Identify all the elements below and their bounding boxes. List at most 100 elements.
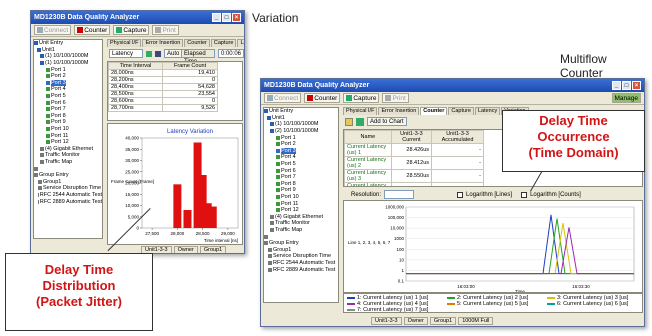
tree-item[interactable]: Port 2 (34, 73, 102, 80)
table-row[interactable]: 28,000ns 19,410 (108, 69, 218, 77)
tree-item[interactable]: Traffic Map (264, 227, 338, 234)
tree-item[interactable]: Traffic Monitor (34, 152, 102, 159)
maximize-icon[interactable]: □ (622, 81, 631, 90)
tab-1[interactable]: Error Insertion (378, 107, 420, 115)
tree-item[interactable]: Port 6 (34, 99, 102, 106)
latency-select[interactable]: Latency (109, 49, 143, 58)
tree-item[interactable]: Port 5 (34, 93, 102, 100)
column-header[interactable]: Unit1-3-3 Accumulated (431, 130, 484, 144)
tab-0[interactable]: Physical I/F (343, 107, 378, 115)
tree-item[interactable]: Port 4 (264, 154, 338, 161)
tree-item[interactable]: (4) Gigabit Ethernet (264, 214, 338, 221)
table-row[interactable]: Current Latency (us) 2 28.412us - (344, 156, 484, 170)
tree-item[interactable]: Unit Entry (34, 40, 102, 47)
table-row[interactable]: 28,500ns 23,554 (108, 90, 218, 98)
counter-button[interactable]: Counter (74, 25, 111, 35)
column-header[interactable]: Frame Count (162, 62, 218, 70)
tree-item[interactable]: Unit Entry (264, 108, 338, 115)
unit-tree[interactable]: Unit Entry Unit1 (1) 10/100/1000M (1) 10/10… (33, 39, 103, 239)
print-button[interactable]: Print (152, 25, 179, 35)
maximize-icon[interactable]: □ (222, 13, 231, 22)
tree-item[interactable] (34, 165, 102, 172)
tree-item[interactable]: Port 5 (264, 161, 338, 168)
tree-item[interactable]: Port 10 (264, 194, 338, 201)
manage-button[interactable]: Manage (611, 93, 641, 103)
connect-button[interactable]: Connect (34, 25, 72, 35)
tree-item[interactable]: Port 8 (264, 181, 338, 188)
print-button[interactable]: Print (382, 93, 409, 103)
minimize-icon[interactable]: _ (612, 81, 621, 90)
tab-0[interactable]: Physical I/F (107, 39, 142, 47)
tree-item[interactable]: Port 9 (264, 187, 338, 194)
column-header[interactable]: Unit1-3-3 Current (390, 130, 433, 144)
close-icon[interactable]: × (632, 81, 641, 90)
tree-item[interactable]: Port 12 (264, 207, 338, 214)
tab-3[interactable]: Capture (448, 107, 474, 115)
tree-item[interactable]: Port 11 (34, 132, 102, 139)
tree-item[interactable]: Port 6 (264, 167, 338, 174)
tree-item[interactable]: Port 7 (34, 106, 102, 113)
tree-item[interactable]: Unit1 (34, 47, 102, 54)
tree-item[interactable]: Port 10 (34, 126, 102, 133)
tree-item[interactable]: Group1 (264, 246, 338, 253)
table-row[interactable]: 28,200ns 0 (108, 76, 218, 84)
tab-2[interactable]: Counter (184, 39, 210, 47)
tree-item[interactable]: Service Disruption Time (34, 185, 102, 192)
tab-2[interactable]: Counter (420, 107, 448, 115)
tab-1[interactable]: Error Insertion (142, 39, 184, 47)
tree-item[interactable]: Port 11 (264, 200, 338, 207)
capture-button[interactable]: Capture (343, 93, 380, 103)
minimize-icon[interactable]: _ (212, 13, 221, 22)
unit-tree[interactable]: Unit Entry Unit1 (1) 10/100/1000M (2) 10/10… (263, 107, 339, 303)
tree-item[interactable]: Port 1 (264, 134, 338, 141)
tree-item[interactable]: Port 9 (34, 119, 102, 126)
tree-item[interactable]: (1) 10/100/1000M (264, 121, 338, 128)
table-icon[interactable] (155, 50, 161, 57)
tree-item[interactable]: Port 8 (34, 113, 102, 120)
tree-item[interactable]: Group1 (34, 178, 102, 185)
table-row[interactable]: Current Latency (us) 428.550us- (344, 182, 484, 186)
grid-icon[interactable] (345, 117, 353, 126)
table-row[interactable]: Current Latency (us) 1 28.426us - (344, 143, 484, 157)
tree-item[interactable] (264, 233, 338, 240)
tree-item[interactable]: RFC 2889 Automatic Test (34, 198, 102, 205)
column-header[interactable]: Time Interval (108, 62, 164, 70)
tab-4[interactable]: Latency (474, 107, 501, 115)
chart-icon[interactable] (356, 117, 364, 126)
table-row[interactable]: 28,400ns 54,628 (108, 83, 218, 91)
tree-item[interactable]: Port 3 (264, 147, 338, 155)
tree-item[interactable]: Traffic Map (34, 159, 102, 166)
log-lines-checkbox[interactable] (457, 191, 464, 198)
tree-item[interactable]: Group Entry (34, 172, 102, 179)
tree-item[interactable]: Port 2 (264, 141, 338, 148)
column-header[interactable]: Name (344, 130, 392, 144)
tree-item[interactable]: Port 12 (34, 139, 102, 146)
log-counts-checkbox[interactable] (521, 191, 528, 198)
tree-item[interactable]: RFC 2544 Automatic Test (34, 192, 102, 199)
tree-item[interactable]: (4) Gigabit Ethernet (34, 146, 102, 153)
tree-item[interactable]: RFC 2544 Automatic Test (264, 260, 338, 267)
tree-item[interactable]: RFC 2889 Automatic Test (264, 266, 338, 273)
table-row[interactable]: Current Latency (us) 3 28.550us - (344, 169, 484, 183)
tab-4[interactable]: Latency (237, 39, 244, 47)
tree-item[interactable]: Port 3 (34, 79, 102, 87)
tree-item[interactable]: (1) 10/100/1000M (34, 53, 102, 60)
tree-item[interactable]: Group Entry (264, 240, 338, 247)
tree-item[interactable]: Unit1 (264, 115, 338, 122)
tree-item[interactable]: Service Disruption Time (264, 253, 338, 260)
table-row[interactable]: 28,700ns 9,526 (108, 104, 218, 112)
capture-button[interactable]: Capture (113, 25, 150, 35)
tab-3[interactable]: Capture (210, 39, 237, 47)
tree-item[interactable]: Traffic Monitor (264, 220, 338, 227)
table-row[interactable]: 28,600ns 0 (108, 97, 218, 105)
chart-icon[interactable] (146, 50, 152, 57)
connect-button[interactable]: Connect (264, 93, 302, 103)
resolution-select[interactable] (384, 190, 415, 199)
tree-item[interactable]: Port 7 (264, 174, 338, 181)
tree-item[interactable]: Port 1 (34, 66, 102, 73)
add-to-chart-button[interactable]: Add to Chart (367, 117, 407, 126)
tree-item[interactable]: (1) 10/100/1000M (34, 60, 102, 67)
counter-button[interactable]: Counter (304, 93, 341, 103)
tree-item[interactable]: (2) 10/100/1000M (264, 128, 338, 135)
close-icon[interactable]: × (232, 13, 241, 22)
